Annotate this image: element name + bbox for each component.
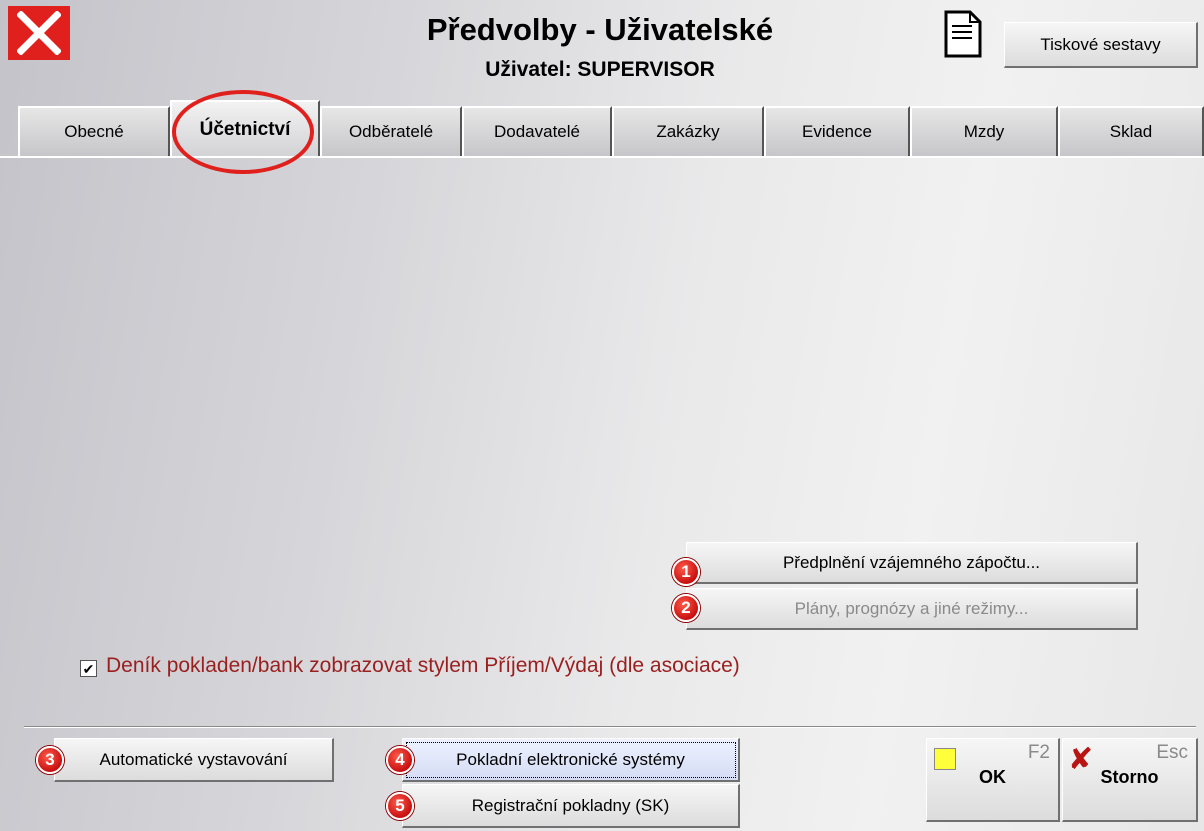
auto-issue-button[interactable]: Automatické vystavování xyxy=(54,738,334,782)
tab-accounting[interactable]: Účetnictví xyxy=(170,100,320,158)
tab-general[interactable]: Obecné xyxy=(18,106,170,156)
tab-customers[interactable]: Odběratelé xyxy=(320,106,462,156)
close-icon xyxy=(17,11,61,55)
yellow-pencil-icon xyxy=(934,748,956,770)
eet-systems-button[interactable]: Pokladní elektronické systémy xyxy=(402,738,740,782)
user-subtitle: Uživatel: SUPERVISOR xyxy=(485,58,715,81)
journal-style-checkbox[interactable]: ✔ xyxy=(80,660,97,677)
badge-5: 5 xyxy=(386,792,414,820)
document-icon[interactable] xyxy=(944,10,982,58)
print-reports-button[interactable]: Tiskové sestavy xyxy=(1004,22,1198,68)
badge-4: 4 xyxy=(386,746,414,774)
prefill-offset-button[interactable]: Předplnění vzájemného zápočtu... xyxy=(686,542,1138,584)
checkmark-icon: ✔ xyxy=(82,660,95,677)
close-button[interactable] xyxy=(8,6,70,60)
tab-orders[interactable]: Zakázky xyxy=(612,106,764,156)
window-title: Předvolby - Uživatelské xyxy=(426,12,774,47)
separator-highlight xyxy=(24,727,1196,728)
red-x-icon: ✘ xyxy=(1068,742,1094,777)
tab-warehouse[interactable]: Sklad xyxy=(1058,106,1204,156)
plans-forecasts-button[interactable]: Plány, prognózy a jiné režimy... xyxy=(686,588,1138,630)
tab-records[interactable]: Evidence xyxy=(764,106,910,156)
badge-2: 2 xyxy=(672,594,700,622)
badge-3: 3 xyxy=(36,746,64,774)
journal-style-label: Deník pokladen/bank zobrazovat stylem Př… xyxy=(106,654,740,677)
ok-label: OK xyxy=(979,767,1006,787)
tab-divider xyxy=(0,156,1204,158)
cash-registers-button[interactable]: Registrační pokladny (SK) xyxy=(402,784,740,828)
tab-payroll[interactable]: Mzdy xyxy=(910,106,1058,156)
badge-1: 1 xyxy=(672,558,700,586)
tab-suppliers[interactable]: Dodavatelé xyxy=(462,106,612,156)
